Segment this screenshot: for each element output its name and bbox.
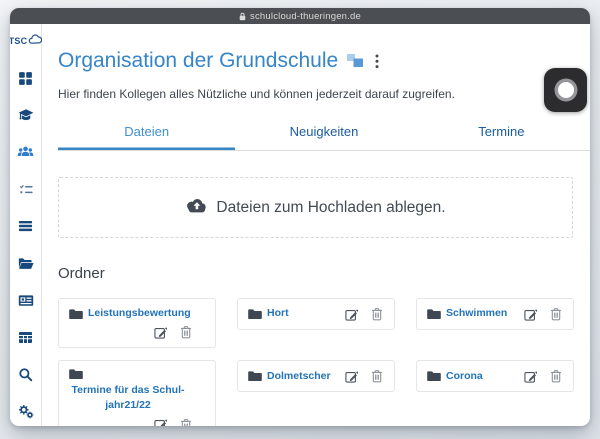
delete-folder-button[interactable] — [179, 324, 193, 340]
folder-name-link[interactable]: Dolmetscher — [267, 369, 331, 384]
browser-titlebar: schulcloud-thueringen.de — [10, 8, 590, 24]
dropzone-label: Dateien zum Hochladen ablegen. — [216, 199, 445, 217]
folder-icon — [69, 308, 83, 320]
tab-termine[interactable]: Termine — [413, 124, 590, 150]
folder-icon — [427, 308, 441, 320]
tab-dateien[interactable]: Dateien — [58, 124, 235, 150]
folders-heading: Ordner — [58, 265, 576, 282]
sidebar-item-teams[interactable] — [18, 144, 34, 160]
browser-window: schulcloud-thueringen.de TSC — [10, 8, 590, 426]
calendar-grid-icon — [18, 331, 33, 344]
delete-folder-button[interactable] — [549, 368, 563, 384]
delete-folder-button[interactable] — [549, 306, 563, 322]
tab-neuigkeiten[interactable]: Neuigkeiten — [235, 124, 412, 150]
sidebar-item-calendar[interactable] — [18, 329, 34, 345]
folder-card[interactable]: Hort — [237, 298, 395, 330]
graduation-cap-icon — [18, 108, 34, 122]
folder-open-icon — [18, 257, 34, 270]
folder-icon — [427, 370, 441, 382]
delete-folder-button[interactable] — [370, 368, 384, 384]
sidebar-item-courses[interactable] — [18, 107, 34, 123]
grid-icon — [18, 71, 33, 86]
folder-name-link[interactable]: Corona — [446, 369, 483, 384]
tab-bar: Dateien Neuigkeiten Termine — [58, 124, 590, 151]
lock-icon — [239, 12, 246, 21]
folder-icon — [248, 370, 262, 382]
folder-name-link[interactable]: Schwimmen — [446, 306, 507, 321]
folder-name-link[interactable]: Termine für das Schul-jahr21/22 — [69, 383, 187, 413]
edit-folder-button[interactable] — [344, 307, 359, 322]
main-content: Organisation der Grundschule Hier finden… — [42, 24, 590, 426]
sidebar-item-dashboard[interactable] — [18, 70, 34, 86]
cloud-icon — [28, 32, 42, 50]
sidebar-item-lists[interactable] — [18, 218, 34, 234]
page-subtitle: Hier finden Kollegen alles Nützliche und… — [58, 87, 576, 101]
page-title: Organisation der Grundschule — [58, 48, 338, 74]
sidebar-nav — [18, 70, 34, 419]
folder-card[interactable]: Corona — [416, 360, 574, 392]
folder-card[interactable]: Leistungsbewertung — [58, 298, 216, 348]
users-icon — [17, 145, 34, 159]
file-dropzone[interactable]: Dateien zum Hochladen ablegen. — [58, 177, 573, 238]
tsc-logo[interactable]: TSC — [10, 32, 42, 50]
folder-grid: Leistungsbewertung Hort — [58, 298, 574, 426]
address-text[interactable]: schulcloud-thueringen.de — [250, 11, 361, 22]
folder-card[interactable]: Dolmetscher — [237, 360, 395, 392]
sidebar-item-search[interactable] — [18, 366, 34, 382]
newspaper-icon — [18, 294, 34, 307]
sidebar-item-files[interactable] — [18, 255, 34, 271]
folder-card[interactable]: Termine für das Schul-jahr21/22 — [58, 360, 216, 426]
edit-folder-button[interactable] — [153, 325, 168, 340]
folder-name-link[interactable]: Hort — [267, 306, 289, 321]
sidebar: TSC — [10, 24, 42, 426]
record-button[interactable] — [544, 68, 587, 112]
search-icon — [18, 367, 33, 382]
cloud-upload-icon — [185, 197, 207, 218]
tsc-logo-text: TSC — [10, 36, 27, 46]
gears-icon — [18, 404, 34, 419]
edit-folder-button[interactable] — [344, 369, 359, 384]
record-circle-icon — [558, 82, 574, 98]
folder-card[interactable]: Schwimmen — [416, 298, 574, 330]
team-squares-icon — [347, 54, 363, 68]
delete-folder-button[interactable] — [179, 417, 193, 426]
folder-icon — [69, 368, 83, 380]
folder-name-link[interactable]: Leistungsbewertung — [88, 306, 191, 321]
tasks-icon — [19, 183, 33, 196]
list-bars-icon — [18, 219, 33, 233]
folder-icon — [248, 308, 262, 320]
delete-folder-button[interactable] — [370, 306, 384, 322]
sidebar-item-tasks[interactable] — [18, 181, 34, 197]
edit-folder-button[interactable] — [523, 369, 538, 384]
sidebar-item-settings[interactable] — [18, 403, 34, 419]
edit-folder-button[interactable] — [153, 417, 168, 426]
sidebar-item-news[interactable] — [18, 292, 34, 308]
edit-folder-button[interactable] — [523, 307, 538, 322]
kebab-menu-icon[interactable] — [372, 52, 382, 71]
